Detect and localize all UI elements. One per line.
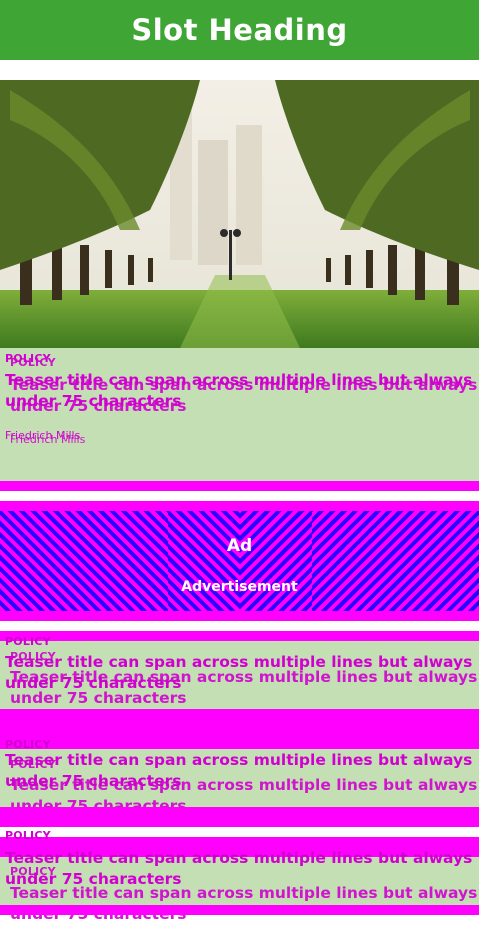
- hero-image[interactable]: [0, 80, 479, 348]
- card1-category-overlay: POLICY: [10, 356, 56, 369]
- card4-category[interactable]: POLICY: [5, 830, 51, 842]
- slot-heading-bar: Slot Heading: [0, 0, 479, 60]
- card4-title-overlay: Teaser title can span across multiple li…: [10, 884, 478, 923]
- card1-title-overlay: Teaser title can span across multiple li…: [10, 376, 478, 415]
- ad-sublabel: Advertisement: [181, 579, 298, 595]
- debug-bar: [0, 631, 479, 641]
- debug-bar: [0, 807, 479, 827]
- ad-pattern-center-left: [168, 511, 240, 611]
- debug-bar: [0, 501, 479, 511]
- debug-bar: [0, 905, 479, 915]
- ad-label: Ad: [226, 536, 253, 556]
- debug-bar: [0, 611, 479, 621]
- card2-category[interactable]: POLICY: [5, 636, 51, 648]
- card1-author-overlay: Friedrich Mills: [10, 433, 86, 446]
- debug-bar: [0, 481, 479, 491]
- ad-slot[interactable]: Ad Advertisement: [0, 511, 479, 611]
- slot-heading: Slot Heading: [131, 13, 348, 47]
- debug-block: [0, 709, 479, 749]
- card2-title-overlay: Teaser title can span across multiple li…: [10, 668, 478, 707]
